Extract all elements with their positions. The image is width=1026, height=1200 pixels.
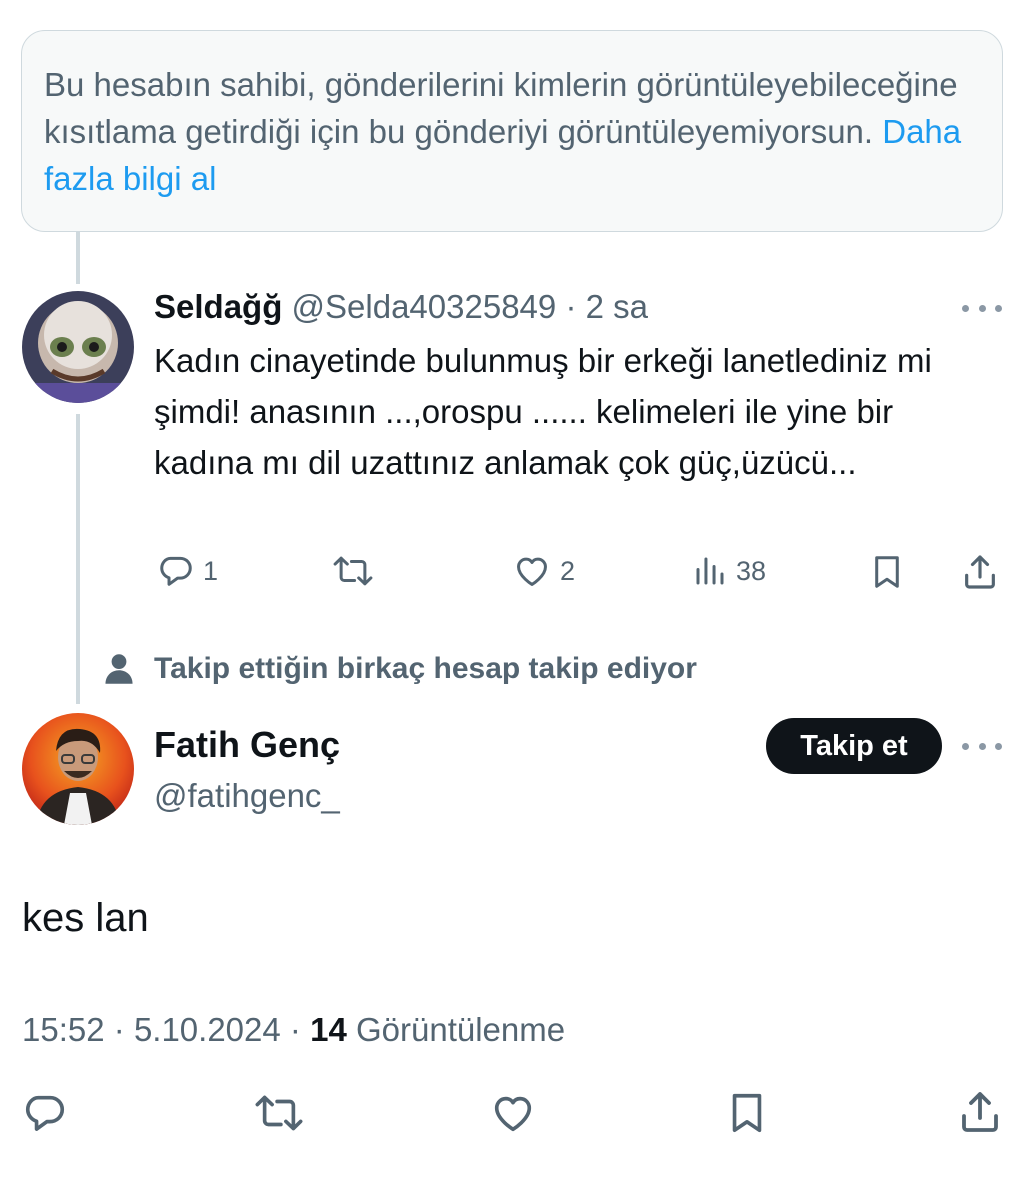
meta-separator: · [113, 1011, 125, 1048]
avatar[interactable] [22, 713, 134, 825]
reply-header: Seldağğ @Selda40325849 · 2 sa [154, 284, 648, 330]
reply-action-share[interactable] [960, 552, 1000, 592]
post-action-share[interactable] [956, 1088, 1004, 1136]
post-more-button[interactable] [962, 736, 1002, 756]
reply-count: 1 [203, 555, 219, 586]
post-action-like[interactable] [489, 1090, 537, 1136]
repost-arrows-icon [333, 556, 373, 586]
bar-chart-icon [696, 557, 724, 585]
speech-bubble-icon [25, 1095, 65, 1131]
repost-arrows-icon [255, 1095, 303, 1131]
reply-time[interactable]: 2 sa [586, 288, 648, 325]
social-context-text: Takip ettiğin birkaç hesap takip ediyor [154, 652, 697, 685]
reply-action-bookmark[interactable] [868, 552, 906, 592]
post-views-count: 14 [310, 1011, 347, 1048]
thread-line-bottom [76, 414, 80, 704]
post-text: kes lan [22, 896, 149, 940]
bookmark-icon [732, 1093, 762, 1133]
post-views-label: Görüntülenme [355, 1011, 566, 1048]
post-action-bookmark[interactable] [724, 1088, 770, 1138]
reply-text: Kadın cinayetinde bulunmuş bir erkeği la… [154, 342, 932, 481]
author-handle[interactable]: @fatihgenc_ [154, 773, 340, 819]
reply-separator: · [565, 288, 577, 325]
more-dots-icon [962, 304, 969, 312]
reply-action-like[interactable]: 2 [512, 552, 575, 590]
post-action-repost[interactable] [254, 1090, 304, 1136]
post-action-reply[interactable] [22, 1090, 68, 1136]
like-count: 2 [560, 555, 576, 586]
follow-button[interactable]: Takip et [766, 718, 942, 774]
reply-action-repost[interactable] [332, 552, 382, 590]
post-metadata: 15:52 · 5.10.2024 · 14 Görüntülenme [22, 1008, 565, 1052]
views-count: 38 [736, 555, 767, 586]
notice-text: Bu hesabın sahibi, gönderilerini kimleri… [44, 66, 958, 150]
speech-bubble-icon [160, 556, 192, 586]
post-time[interactable]: 15:52 [22, 1011, 105, 1048]
reply-more-button[interactable] [962, 298, 1002, 318]
reply-author-name[interactable]: Seldağğ [154, 288, 282, 325]
reply-author-handle[interactable]: @Selda40325849 [292, 288, 557, 325]
bookmark-icon [875, 556, 899, 588]
person-icon [105, 654, 133, 684]
share-upload-icon [965, 555, 995, 589]
heart-icon [517, 557, 547, 586]
author-name[interactable]: Fatih Genç [154, 722, 340, 768]
reply-action-reply[interactable]: 1 [157, 552, 218, 590]
reply-action-views[interactable]: 38 [692, 552, 766, 590]
social-context: Takip ettiğin birkaç hesap takip ediyor [104, 652, 697, 686]
meta-separator: · [289, 1011, 301, 1048]
post-date[interactable]: 5.10.2024 [134, 1011, 281, 1048]
restricted-post-notice: Bu hesabın sahibi, gönderilerini kimleri… [21, 30, 1003, 232]
heart-icon [494, 1096, 532, 1132]
more-dots-icon [962, 742, 969, 750]
avatar[interactable] [22, 291, 134, 403]
share-upload-icon [962, 1092, 998, 1132]
thread-line-top [76, 232, 80, 284]
